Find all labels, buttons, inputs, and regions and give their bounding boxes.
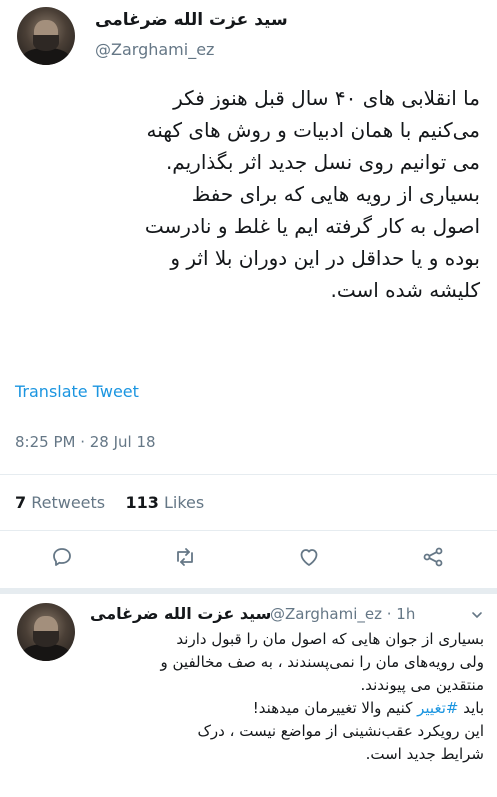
- reply-text-segment: کنیم والا تغییرمان میدهند!: [252, 699, 418, 717]
- reply-author-avatar[interactable]: [17, 603, 75, 661]
- avatar-beard-shape: [33, 34, 59, 52]
- avatar-beard-shape: [33, 630, 59, 648]
- engagement-stats: 7 Retweets 113 Likes: [15, 493, 204, 512]
- author-handle[interactable]: @Zarghami_ez: [95, 40, 214, 59]
- reply-icon[interactable]: [50, 545, 74, 569]
- heart-icon[interactable]: [297, 545, 321, 569]
- reply-handle-time[interactable]: @Zarghami_ez · 1h: [270, 605, 415, 623]
- likes-count: 113: [125, 493, 159, 512]
- share-icon[interactable]: [421, 545, 445, 569]
- tweet-line: می‌کنیم با همان ادبیات و روش های کهنه: [146, 118, 480, 142]
- retweets-count: 7: [15, 493, 27, 512]
- divider: [0, 474, 497, 475]
- reply-text-segment: باید: [458, 699, 484, 717]
- reply-tweet-text: بسیاری از جوان هایی که اصول مان را قبول …: [88, 628, 485, 766]
- tweet-line: اصول به کار گرفته ایم یا غلط و نادرست: [144, 214, 480, 238]
- translate-tweet-link[interactable]: Translate Tweet: [15, 382, 139, 401]
- reply-line-with-hashtag: باید #تغییر کنیم والا تغییرمان میدهند!: [88, 697, 484, 720]
- likes-label: Likes: [163, 493, 205, 512]
- tweet-line: کلیشه شده است.: [330, 278, 480, 302]
- reply-line: شرایط جدید است.: [365, 745, 484, 763]
- tweet-line: بوده و یا حداقل در این دوران بلا اثر و: [170, 246, 480, 270]
- tweet-timestamp[interactable]: 8:25 PM · 28 Jul 18: [15, 433, 156, 451]
- hashtag-link[interactable]: #تغییر: [417, 699, 458, 717]
- reply-line: ولی رویه‌های مان را نمی‌پسندند ، به صف م…: [160, 653, 485, 671]
- likes-stat[interactable]: 113 Likes: [125, 493, 204, 512]
- divider: [0, 530, 497, 531]
- tweet-line: بسیاری از رویه هایی که برای حفظ: [191, 182, 480, 206]
- tweet-line: می توانیم روی نسل جدید اثر بگذاریم.: [165, 150, 480, 174]
- reply-display-name[interactable]: سید عزت الله ضرغامی: [90, 604, 271, 623]
- author-avatar[interactable]: [17, 7, 75, 65]
- reply-line: منتقدین می پیوندند.: [360, 676, 484, 694]
- reply-line: بسیاری از جوان هایی که اصول مان را قبول …: [176, 630, 484, 648]
- reply-line: این رویکرد عقب‌نشینی از مواضع نیست ، درک: [197, 722, 484, 740]
- divider: [0, 588, 497, 594]
- author-display-name[interactable]: سید عزت الله ضرغامی: [95, 10, 288, 30]
- retweet-icon[interactable]: [173, 545, 197, 569]
- chevron-down-icon[interactable]: [470, 607, 484, 621]
- retweets-label: Retweets: [31, 493, 106, 512]
- tweet-line: ما انقلابی های ۴۰ سال قبل هنوز فکر: [173, 86, 480, 110]
- retweets-stat[interactable]: 7 Retweets: [15, 493, 105, 512]
- tweet-text: ما انقلابی های ۴۰ سال قبل هنوز فکر می‌کن…: [18, 82, 480, 306]
